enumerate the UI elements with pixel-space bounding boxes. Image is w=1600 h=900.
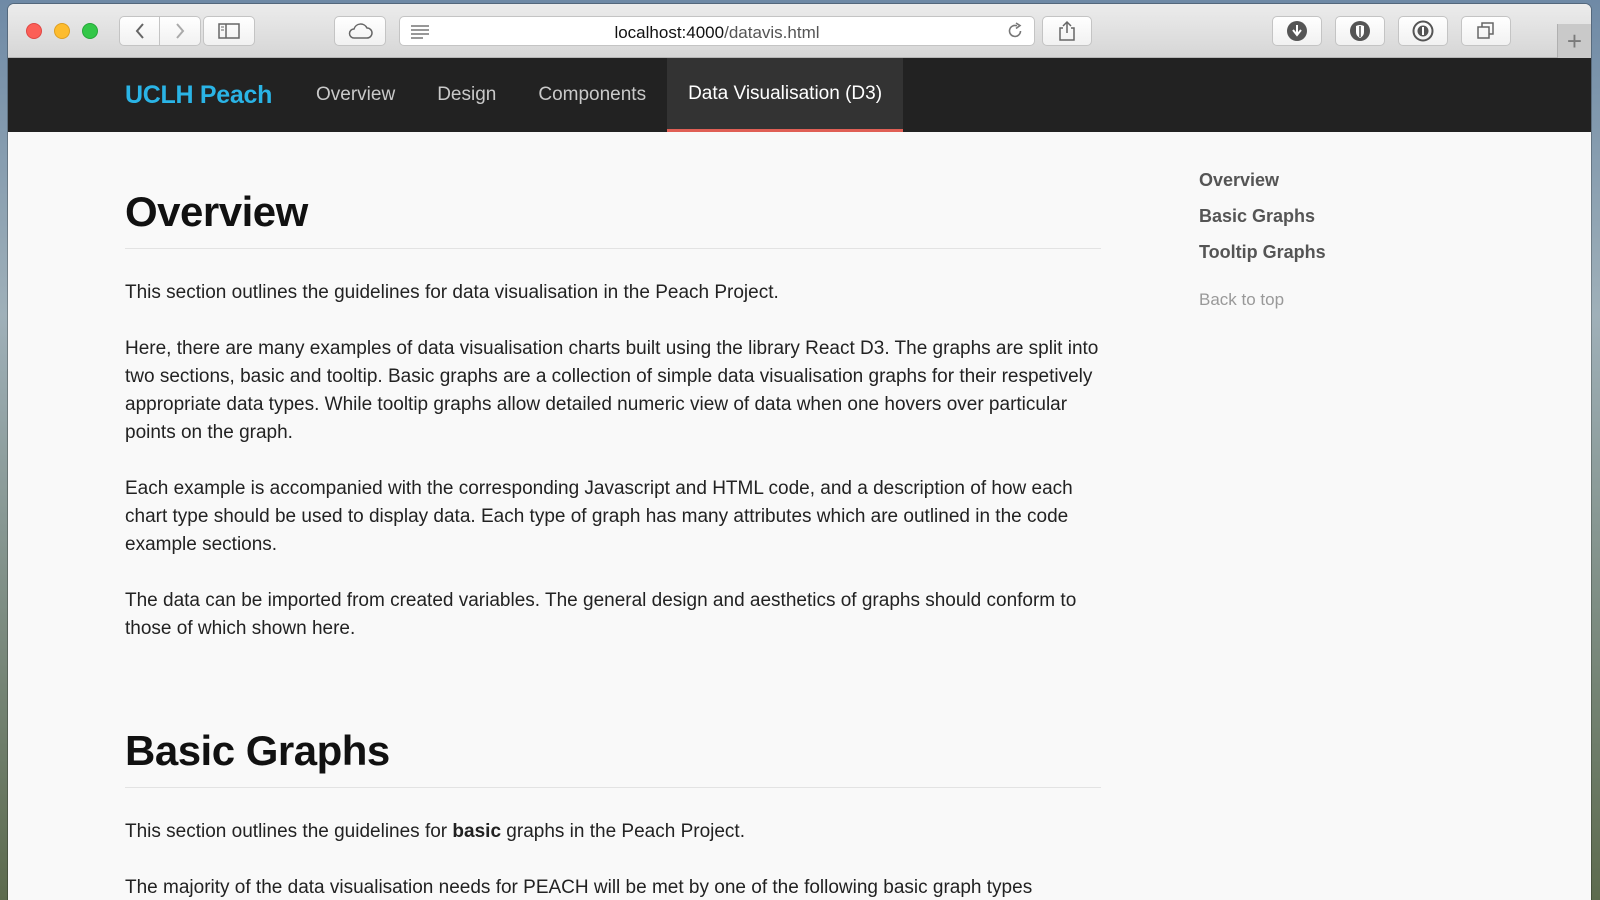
basic-graphs-heading: Basic Graphs <box>125 727 1101 788</box>
history-nav <box>119 16 201 46</box>
intro-bold-text: basic <box>452 821 502 842</box>
overview-section: Overview This section outlines the guide… <box>125 188 1101 643</box>
overview-paragraph: This section outlines the guidelines for… <box>125 282 779 303</box>
close-window-button[interactable] <box>26 23 42 39</box>
password-manager-button[interactable] <box>1398 16 1448 46</box>
password-icon <box>1412 20 1434 42</box>
show-all-tabs-button[interactable] <box>1461 16 1511 46</box>
sidenav-link-overview[interactable]: Overview <box>1199 169 1419 191</box>
minimize-window-button[interactable] <box>54 23 70 39</box>
intro-text: This section outlines the guidelines for <box>125 821 453 842</box>
icloud-tabs-button[interactable] <box>334 16 386 46</box>
tabs-overview-icon <box>1477 22 1494 39</box>
main-content: Overview This section outlines the guide… <box>125 132 1101 900</box>
plus-icon: + <box>1566 25 1583 56</box>
chevron-left-icon <box>135 23 144 39</box>
overview-paragraph: Each example is accompanied with the cor… <box>125 478 1073 555</box>
browser-toolbar: localhost:4000/datavis.html + <box>8 4 1591 58</box>
chevron-right-icon <box>176 23 185 39</box>
share-icon <box>1059 20 1075 41</box>
forward-button[interactable] <box>160 16 201 46</box>
address-bar[interactable]: localhost:4000/datavis.html <box>399 16 1035 46</box>
shield-icon <box>1350 21 1370 41</box>
url-path: /datavis.html <box>724 23 820 42</box>
sidebar-button[interactable] <box>203 16 255 46</box>
browser-window: localhost:4000/datavis.html + UCLH Peach… <box>8 4 1591 900</box>
overview-paragraph: Here, there are many examples of data vi… <box>125 338 1099 443</box>
overview-heading: Overview <box>125 188 1101 249</box>
basic-graphs-intro: This section outlines the guidelines for… <box>125 818 1101 846</box>
new-tab-button[interactable]: + <box>1557 24 1591 58</box>
sidenav-link-basic-graphs[interactable]: Basic Graphs <box>1199 205 1419 227</box>
back-to-top-link[interactable]: Back to top <box>1199 289 1419 311</box>
maximize-window-button[interactable] <box>82 23 98 39</box>
reload-icon[interactable] <box>1006 22 1024 45</box>
nav-item-overview[interactable]: Overview <box>295 58 416 132</box>
share-button[interactable] <box>1042 16 1092 46</box>
basic-graphs-paragraph: The majority of the data visualisation n… <box>125 877 1033 898</box>
cloud-icon <box>348 23 373 39</box>
url-host: localhost:4000 <box>614 23 725 42</box>
downloads-button[interactable] <box>1272 16 1322 46</box>
nav-item-data-visualisation[interactable]: Data Visualisation (D3) <box>667 58 904 132</box>
overview-paragraph: The data can be imported from created va… <box>125 590 1077 639</box>
brand-logo[interactable]: UCLH Peach <box>125 81 272 110</box>
side-navigation: Overview Basic Graphs Tooltip Graphs Bac… <box>1199 169 1419 311</box>
download-icon <box>1287 21 1307 41</box>
nav-menu: Overview Design Components Data Visualis… <box>295 58 904 132</box>
nav-item-design[interactable]: Design <box>416 58 517 132</box>
back-button[interactable] <box>119 16 160 46</box>
nav-item-components[interactable]: Components <box>517 58 667 132</box>
sidebar-icon <box>218 23 240 39</box>
intro-text-end: graphs in the Peach Project. <box>501 821 745 842</box>
site-navbar: UCLH Peach Overview Design Components Da… <box>8 58 1591 132</box>
sidenav-link-tooltip-graphs[interactable]: Tooltip Graphs <box>1199 241 1419 263</box>
extension-button[interactable] <box>1335 16 1385 46</box>
url-text: localhost:4000/datavis.html <box>400 23 1034 43</box>
basic-graphs-section: Basic Graphs This section outlines the g… <box>125 727 1101 900</box>
